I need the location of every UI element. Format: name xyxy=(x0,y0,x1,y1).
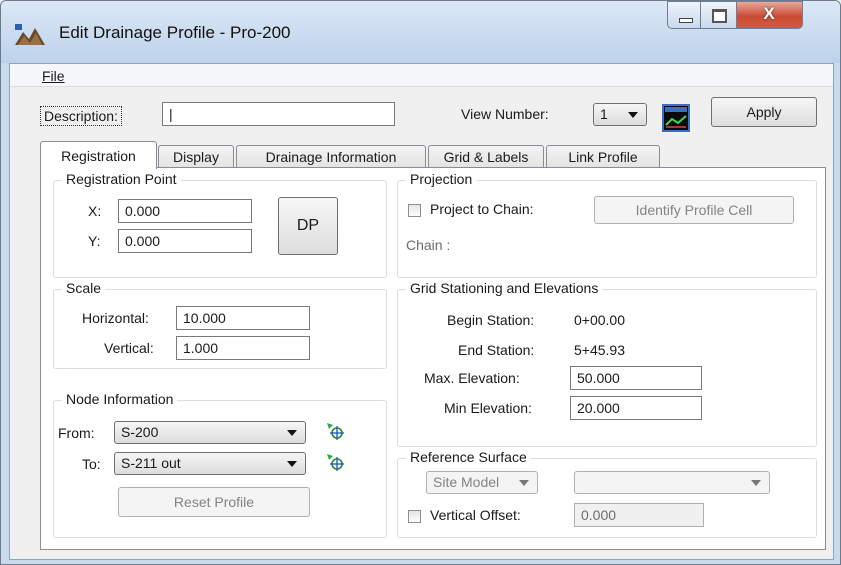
close-button[interactable]: X xyxy=(737,1,803,29)
vertical-offset-input[interactable]: 0.000 xyxy=(574,503,704,527)
registration-point-title: Registration Point xyxy=(62,171,181,187)
tab-display[interactable]: Display xyxy=(158,145,234,168)
scale-title: Scale xyxy=(62,280,106,296)
reference-surface-group: Reference Surface Site Model Vertical Of… xyxy=(397,449,817,538)
horizontal-scale-input[interactable]: 10.000 xyxy=(176,306,310,330)
chevron-down-icon xyxy=(519,480,529,486)
project-to-chain-checkbox[interactable] xyxy=(408,204,421,217)
registration-point-group: Registration Point X: 0.000 Y: 0.000 DP xyxy=(53,171,387,278)
close-icon: X xyxy=(763,4,775,23)
node-locate-icon[interactable] xyxy=(326,422,346,442)
y-input[interactable]: 0.000 xyxy=(118,229,252,253)
vertical-scale-input[interactable]: 1.000 xyxy=(176,336,310,360)
x-label: X: xyxy=(88,203,102,219)
vertical-offset-checkbox[interactable] xyxy=(408,510,421,523)
min-elevation-input[interactable]: 20.000 xyxy=(570,396,702,420)
max-elevation-input[interactable]: 50.000 xyxy=(570,366,702,390)
grid-stationing-group: Grid Stationing and Elevations Begin Sta… xyxy=(397,280,817,447)
apply-button[interactable]: Apply xyxy=(711,97,817,127)
description-input[interactable]: | xyxy=(162,102,395,126)
menu-bar: File xyxy=(10,64,833,87)
scale-group: Scale Horizontal: 10.000 Vertical: 1.000 xyxy=(53,280,387,369)
window-title: Edit Drainage Profile - Pro-200 xyxy=(59,23,291,42)
from-node-value: S-200 xyxy=(121,424,159,440)
minimize-icon xyxy=(679,18,693,23)
app-icon xyxy=(15,24,45,45)
minimize-button[interactable] xyxy=(667,1,701,29)
dp-button[interactable]: DP xyxy=(278,197,338,255)
node-locate-icon[interactable] xyxy=(326,453,346,473)
dialog-client: File Description: | View Number: 1 Apply… xyxy=(9,63,834,560)
surface-select[interactable] xyxy=(574,471,770,494)
chevron-down-icon xyxy=(287,461,297,467)
to-label: To: xyxy=(82,456,101,472)
tab-grid-labels[interactable]: Grid & Labels xyxy=(428,145,544,168)
horizontal-label: Horizontal: xyxy=(82,310,149,326)
project-to-chain-label: Project to Chain: xyxy=(430,201,534,217)
tab-strip: Registration Display Drainage Informatio… xyxy=(40,141,810,169)
vertical-label: Vertical: xyxy=(104,340,154,356)
view-number-select[interactable]: 1 xyxy=(593,103,647,126)
end-station-label: End Station: xyxy=(458,342,535,358)
dialog-window: Edit Drainage Profile - Pro-200 X File D… xyxy=(0,0,841,565)
description-label: Description: xyxy=(40,106,122,126)
menu-file[interactable]: File xyxy=(42,68,65,84)
node-information-group: Node Information From: S-200 To: S-211 o… xyxy=(53,391,387,538)
chevron-down-icon xyxy=(751,480,761,486)
registration-panel: Registration Point X: 0.000 Y: 0.000 DP … xyxy=(40,167,826,550)
begin-station-value: 0+00.00 xyxy=(574,312,625,328)
reset-profile-button[interactable]: Reset Profile xyxy=(118,487,310,517)
begin-station-label: Begin Station: xyxy=(447,312,535,328)
x-input[interactable]: 0.000 xyxy=(118,199,252,223)
tab-drainage-information[interactable]: Drainage Information xyxy=(236,145,426,168)
node-information-title: Node Information xyxy=(62,391,178,407)
view-number-value: 1 xyxy=(600,106,608,122)
identify-profile-cell-button[interactable]: Identify Profile Cell xyxy=(594,196,794,224)
chevron-down-icon xyxy=(287,430,297,436)
reference-surface-title: Reference Surface xyxy=(406,449,531,465)
vertical-offset-label: Vertical Offset: xyxy=(430,507,521,523)
chevron-down-icon xyxy=(628,112,638,118)
projection-group: Projection Project to Chain: Identify Pr… xyxy=(397,171,817,278)
max-elevation-label: Max. Elevation: xyxy=(424,370,520,386)
site-model-value: Site Model xyxy=(433,474,500,490)
site-model-select[interactable]: Site Model xyxy=(426,471,538,494)
profile-view-icon[interactable] xyxy=(662,104,690,132)
chain-label: Chain : xyxy=(406,237,451,253)
from-label: From: xyxy=(58,425,95,441)
to-node-value: S-211 out xyxy=(121,455,181,471)
title-bar[interactable]: Edit Drainage Profile - Pro-200 X xyxy=(1,1,840,63)
tab-link-profile[interactable]: Link Profile xyxy=(546,145,660,168)
to-node-select[interactable]: S-211 out xyxy=(114,452,306,475)
maximize-button[interactable] xyxy=(701,1,737,29)
from-node-select[interactable]: S-200 xyxy=(114,421,306,444)
maximize-icon xyxy=(712,9,727,23)
y-label: Y: xyxy=(88,233,101,249)
projection-title: Projection xyxy=(406,171,477,187)
end-station-value: 5+45.93 xyxy=(574,342,625,358)
view-number-label: View Number: xyxy=(461,106,549,122)
min-elevation-label: Min Elevation: xyxy=(444,400,532,416)
menu-file-label: File xyxy=(42,68,65,84)
tab-registration[interactable]: Registration xyxy=(40,141,157,169)
grid-stationing-title: Grid Stationing and Elevations xyxy=(406,280,603,296)
